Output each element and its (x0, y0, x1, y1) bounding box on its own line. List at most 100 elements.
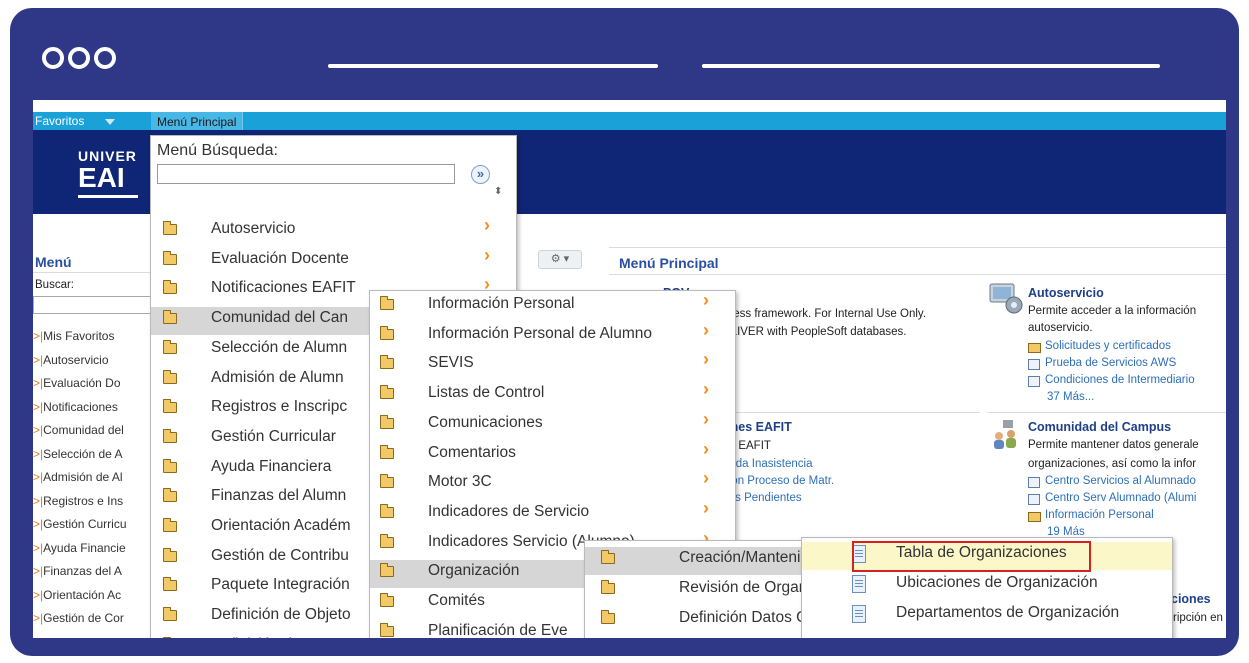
left-menu-link-label: Admisión de Al (43, 470, 123, 484)
left-menu-link[interactable]: >|Comunidad del (33, 423, 124, 437)
comunidad-submenu-item-label: SEVIS (428, 354, 474, 372)
notif-link-1[interactable]: rdida Inasistencia (723, 458, 813, 470)
comunidad-submenu-item[interactable]: Información Personal › (370, 291, 735, 321)
left-menu-link[interactable]: >|Gestión de Cor (33, 611, 124, 625)
left-menu-divider (33, 272, 153, 273)
comunidad-submenu-item-label: Información Personal de Alumno (428, 324, 653, 342)
main-menu-item-label: Gestión de Contribu (211, 546, 349, 564)
left-menu-link[interactable]: >|Admisión de Al (33, 470, 123, 484)
comunidad-submenu-item[interactable]: Comentarios › (370, 439, 735, 470)
autoservicio-link-3[interactable]: Condiciones de Intermediario (1045, 374, 1195, 386)
left-menu-link[interactable]: >|Registros e Ins (33, 494, 123, 508)
left-menu-link[interactable]: >|Orientación Ac (33, 588, 121, 602)
folder-icon (380, 622, 394, 637)
arrow-icon: >| (33, 399, 44, 414)
search-go-icon[interactable]: » (471, 165, 490, 184)
autoservicio-link-2[interactable]: Prueba de Servicios AWS (1045, 357, 1176, 369)
left-menu-link-label: Notificaciones (43, 399, 118, 414)
notif-link-2[interactable]: ción Proceso de Matr. (723, 475, 834, 487)
organizacion-submenu-item[interactable]: Creación/Mantenim (585, 547, 807, 575)
comunidad-submenu-item[interactable]: SEVIS › (370, 349, 735, 380)
left-menu-link-label: Autoservicio (43, 352, 109, 367)
document-icon (1028, 359, 1040, 370)
main-menu-item-label: Admisión de Alumn (211, 368, 344, 386)
comunidad-desc-2: organizaciones, así como la infor (1028, 458, 1197, 470)
folder-icon (163, 428, 177, 443)
autoservicio-link-1[interactable]: Solicitudes y certificados (1045, 340, 1171, 352)
comunidad-link-1[interactable]: Centro Servicios al Alumnado (1045, 475, 1196, 487)
main-menu-item-label: Orientación Académ (211, 517, 351, 534)
left-search-label: Buscar: (35, 279, 74, 291)
arrow-icon: >| (33, 376, 44, 390)
comunidad-submenu-item-label: Planificación de Eve (428, 621, 568, 638)
folder-icon (163, 518, 177, 532)
left-menu-link[interactable]: >|Selección de A (33, 447, 123, 461)
folder-icon (380, 593, 394, 607)
favorites-menu[interactable]: Favoritos (35, 114, 84, 128)
main-menu-item-label: Registros e Inscripc (211, 398, 348, 416)
left-menu-link[interactable]: >|Ayuda Financie (33, 541, 126, 555)
organizacion-submenu-item[interactable]: Definición Datos Or (585, 607, 807, 635)
logo-text-main: EAI (78, 162, 125, 193)
chevron-right-icon: › (484, 215, 490, 235)
comunidad-card-title[interactable]: Comunidad del Campus (1028, 420, 1171, 434)
main-menu-item[interactable]: Autoservicio › (151, 215, 516, 246)
comunidad-link-3[interactable]: Información Personal (1045, 509, 1154, 521)
comunidad-submenu-item[interactable]: Motor 3C › (370, 468, 735, 499)
arrow-icon: >| (33, 470, 44, 484)
creacion-submenu-item[interactable]: Ubicaciones de Organización (802, 572, 1172, 600)
creacion-submenu-item[interactable]: Departamentos de Organización (802, 602, 1172, 630)
main-panel-divider (609, 274, 1226, 275)
chevron-right-icon: › (703, 468, 709, 489)
comunidad-desc-1: Permite mantener datos generale (1028, 439, 1199, 451)
people-icon (989, 418, 1025, 452)
left-menu-title: Menú (35, 254, 72, 270)
comunidad-link-2[interactable]: Centro Serv Alumnado (Alumi (1045, 492, 1196, 504)
sort-arrows-icon[interactable]: ⬍ (494, 186, 502, 197)
folder-icon (380, 503, 394, 518)
left-menu-link[interactable]: >|Evaluación Do (33, 376, 121, 390)
folder-icon (380, 385, 394, 400)
folder-icon (163, 577, 177, 592)
comunidad-submenu-item[interactable]: Listas de Control › (370, 379, 735, 410)
left-search-input[interactable] (33, 296, 153, 314)
arrow-icon: >| (33, 564, 44, 578)
window-circle-1 (42, 47, 64, 69)
comunidad-submenu-item-label: Comunicaciones (428, 413, 543, 431)
window-circle-3 (94, 47, 116, 69)
arrow-icon: >| (33, 423, 44, 437)
left-menu-link-label: Gestión Curricu (43, 517, 127, 531)
autoservicio-more-link[interactable]: 37 Más... (1047, 391, 1094, 403)
left-menu-link[interactable]: >|Finanzas del A (33, 564, 122, 578)
comunidad-submenu-item-label: Motor 3C (428, 473, 492, 491)
left-menu-link[interactable]: >|Notificaciones (33, 400, 118, 414)
main-menu-tab[interactable]: Menú Principal (151, 112, 244, 130)
folder-icon (380, 296, 394, 310)
left-menu-link[interactable]: >|Mis Favoritos (33, 329, 114, 343)
left-menu-link[interactable]: >|Gestión Curricu (33, 517, 127, 531)
organizacion-submenu-item-label: Creación/Mantenim (679, 549, 808, 566)
organizacion-submenu-item[interactable]: Revisión de Organiz (585, 577, 807, 605)
gear-icon[interactable]: ⚙ ▾ (538, 250, 582, 269)
top-navigation-bar: Favoritos Menú Principal (33, 112, 1226, 130)
folder-icon (380, 325, 394, 340)
left-menu-link[interactable]: >|Autoservicio (33, 353, 109, 367)
favorites-caret-icon[interactable] (105, 119, 115, 125)
comunidad-submenu-item[interactable]: Información Personal de Alumno › (370, 320, 735, 351)
comunidad-submenu-item-label: Comités (428, 592, 485, 609)
folder-icon (163, 369, 177, 384)
left-menu-link-label: Registros e Ins (43, 493, 124, 508)
left-menu-link-label: Finanzas del A (43, 564, 122, 578)
autoservicio-card-title[interactable]: Autoservicio (1028, 286, 1104, 300)
pov-fragment-line-1: rness framework. For Internal Use Only. (723, 308, 927, 320)
corner-card-title[interactable]: ciones (1171, 592, 1211, 606)
menu-search-input[interactable] (157, 164, 455, 184)
main-menu-item[interactable]: Evaluación Docente › (151, 245, 516, 276)
document-icon (852, 605, 866, 623)
comunidad-submenu-item[interactable]: Indicadores de Servicio › (370, 498, 735, 529)
comunidad-card-border (987, 412, 1226, 413)
comunidad-submenu-item[interactable]: Comunicaciones › (370, 409, 735, 440)
left-menu-link-label: Orientación Ac (43, 587, 122, 602)
main-menu-item-label: Notificaciones EAFIT (211, 279, 356, 297)
comunidad-submenu-item-label: Indicadores de Servicio (428, 502, 590, 520)
